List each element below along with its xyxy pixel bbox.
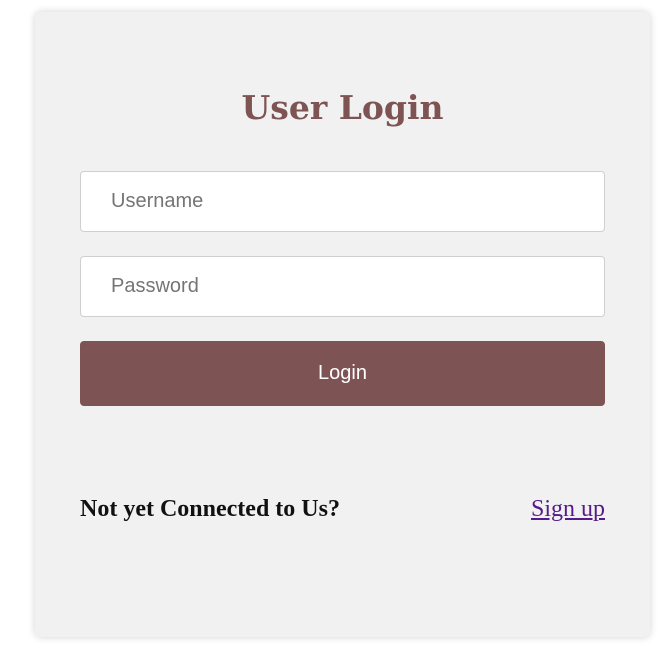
login-button[interactable]: Login xyxy=(80,341,605,406)
login-card: User Login Login Not yet Connected to Us… xyxy=(35,12,650,637)
password-input[interactable] xyxy=(80,256,605,317)
page-title: User Login xyxy=(241,88,444,127)
signup-prompt-row: Not yet Connected to Us? Sign up xyxy=(80,492,605,526)
username-input[interactable] xyxy=(80,171,605,232)
signup-link[interactable]: Sign up xyxy=(531,496,605,523)
signup-prompt-text: Not yet Connected to Us? xyxy=(80,495,340,522)
